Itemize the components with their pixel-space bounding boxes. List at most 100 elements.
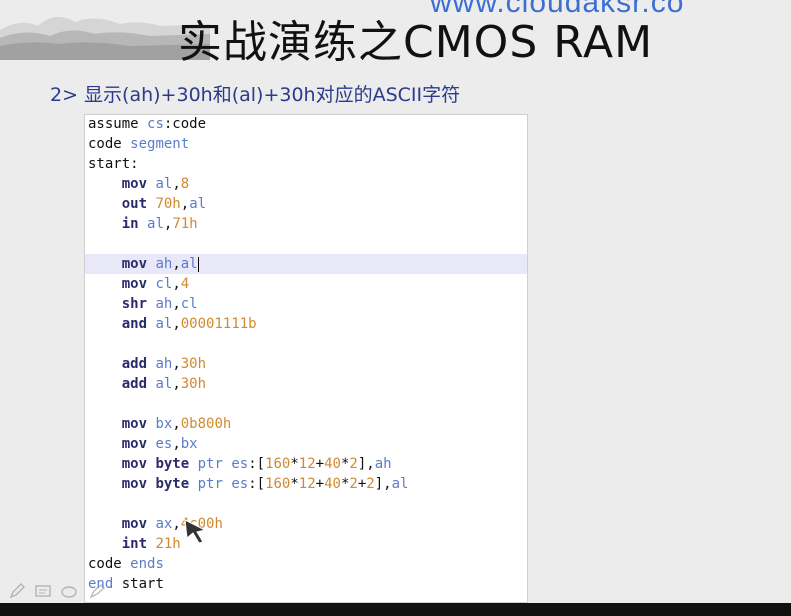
- code-token: es: [231, 456, 249, 472]
- code-editor-panel: assume cs:code code segment start: mov al,…: [84, 114, 528, 603]
- code-token: add: [121, 356, 148, 372]
- code-token: :[: [248, 456, 266, 472]
- code-token: ax: [155, 516, 173, 532]
- code-token: cl: [155, 276, 173, 292]
- code-token: ptr: [197, 476, 223, 492]
- code-token: ,: [172, 296, 181, 312]
- code-token: ,: [172, 276, 181, 292]
- code-token: ],: [374, 476, 392, 492]
- code-token: *: [290, 476, 299, 492]
- code-token: start:: [88, 156, 139, 172]
- code-token: cs: [147, 116, 164, 132]
- code-token: segment: [130, 136, 190, 152]
- code-token: 4: [180, 276, 190, 292]
- code-line: mov bx,0b800h: [85, 414, 527, 434]
- code-token: ,: [172, 436, 181, 452]
- code-token: +: [315, 476, 325, 492]
- code-line: end start: [85, 574, 527, 594]
- code-token: mov: [121, 516, 148, 532]
- code-token: out: [121, 196, 148, 212]
- slide-icon[interactable]: [34, 582, 52, 600]
- code-line: shr ah,cl: [85, 294, 527, 314]
- code-token: int: [121, 536, 148, 552]
- code-token: es: [231, 476, 249, 492]
- code-token: *: [290, 456, 299, 472]
- code-token: al: [155, 316, 173, 332]
- code-token: mov: [121, 176, 148, 192]
- code-token: 160: [265, 476, 291, 492]
- code-line: code segment: [85, 134, 527, 154]
- code-token: :code: [163, 116, 207, 132]
- code-token: :[: [248, 476, 266, 492]
- code-token: ah: [155, 296, 173, 312]
- code-token: code: [88, 136, 131, 152]
- slide-title: 实战演练之CMOS RAM: [178, 17, 654, 68]
- code-token: 2: [349, 456, 358, 472]
- code-line: mov es,bx: [85, 434, 527, 454]
- code-line: add al,30h: [85, 374, 527, 394]
- code-token: ,: [172, 256, 181, 272]
- code-token: 21h: [155, 536, 181, 552]
- slide-subtitle: 2> 显示(ah)+30h和(al)+30h对应的ASCII字符: [50, 84, 461, 106]
- eraser-icon[interactable]: [60, 582, 78, 600]
- code-token: ,: [172, 356, 181, 372]
- code-token: 30h: [180, 376, 207, 392]
- code-token: add: [121, 376, 148, 392]
- code-token: 12: [298, 456, 316, 472]
- code-token: 40: [324, 456, 341, 472]
- code-token: 160: [265, 456, 291, 472]
- code-line: int 21h: [85, 534, 527, 554]
- code-token: es: [155, 436, 173, 452]
- code-token: start: [113, 576, 164, 592]
- code-token: al: [391, 476, 409, 492]
- code-token: mov: [121, 276, 148, 292]
- code-token: assume: [88, 116, 148, 132]
- code-token: code: [88, 556, 131, 572]
- code-token: 12: [298, 476, 316, 492]
- code-token: al: [155, 176, 173, 192]
- code-token: 70h: [155, 196, 181, 212]
- code-line: mov ax,4c00h: [85, 514, 527, 534]
- code-token: ah: [155, 256, 173, 272]
- code-token: ,: [172, 316, 181, 332]
- code-token: al: [147, 216, 164, 232]
- code-token: and: [121, 316, 148, 332]
- code-token: mov: [121, 256, 148, 272]
- code-token: 2: [349, 476, 358, 492]
- code-line: mov al,8: [85, 174, 527, 194]
- code-token: al: [155, 376, 173, 392]
- code-line: start:: [85, 154, 527, 174]
- code-token: ah: [155, 356, 173, 372]
- code-line: out 70h,al: [85, 194, 527, 214]
- code-token: byte: [155, 476, 190, 492]
- pen-icon[interactable]: [8, 582, 26, 600]
- text-cursor: [197, 256, 199, 272]
- bottom-bar: [0, 603, 791, 616]
- code-token: 30h: [180, 356, 207, 372]
- code-line: in al,71h: [85, 214, 527, 234]
- mouse-cursor-icon: [184, 519, 207, 544]
- code-token: +: [357, 476, 367, 492]
- code-token: ,: [172, 176, 181, 192]
- code-line: add ah,30h: [85, 354, 527, 374]
- code-token: cl: [180, 296, 198, 312]
- code-token: in: [121, 216, 139, 232]
- code-token: 2: [366, 476, 375, 492]
- code-token: mov: [121, 416, 148, 432]
- highlighter-icon[interactable]: [88, 582, 106, 600]
